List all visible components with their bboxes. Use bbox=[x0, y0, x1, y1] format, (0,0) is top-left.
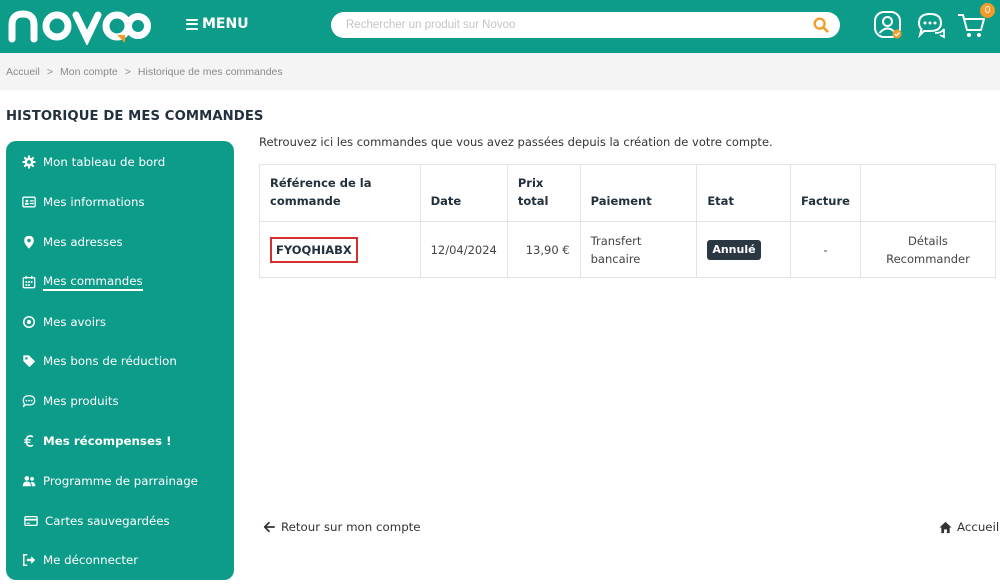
cell-invoice: - bbox=[790, 221, 861, 278]
details-link[interactable]: Détails bbox=[871, 232, 985, 250]
users-icon bbox=[22, 474, 36, 488]
cell-payment: Transfert bancaire bbox=[579, 221, 698, 278]
order-reference[interactable]: FYOQHIABX bbox=[270, 236, 358, 263]
sidebar-item-vouchers[interactable]: Mes bons de réduction bbox=[22, 351, 177, 371]
sidebar-item-label: Me déconnecter bbox=[43, 553, 139, 567]
search-icon[interactable] bbox=[812, 16, 830, 34]
sidebar-item-label: Mes produits bbox=[43, 394, 119, 408]
cell-date: 12/04/2024 bbox=[419, 221, 508, 278]
search-input[interactable] bbox=[331, 12, 791, 38]
status-badge: Annulé bbox=[707, 239, 761, 260]
back-to-account-link[interactable]: Retour sur mon compte bbox=[263, 520, 421, 534]
intro-text: Retrouvez ici les commandes que vous ave… bbox=[259, 135, 773, 149]
credit-card-icon bbox=[24, 514, 38, 528]
home-icon bbox=[939, 521, 952, 533]
header-actions bbox=[859, 164, 997, 222]
arrow-left-icon bbox=[263, 521, 275, 533]
sidebar-item-label: Cartes sauvegardées bbox=[45, 514, 170, 528]
sidebar-item-label: Mes avoirs bbox=[43, 315, 107, 329]
home-link-label: Accueil bbox=[957, 520, 1000, 534]
table-header-row: Référence de la commande Date Prix total P… bbox=[259, 164, 997, 222]
reorder-link[interactable]: Recommander bbox=[871, 250, 985, 268]
site-header: novoo MENU bbox=[0, 0, 1000, 53]
table-row: FYOQHIABX 12/04/2024 13,90 € Transfert ba… bbox=[259, 221, 997, 278]
sidebar-item-label: Mes récompenses ! bbox=[43, 434, 172, 448]
sidebar-item-dashboard[interactable]: Mon tableau de bord bbox=[22, 152, 165, 172]
home-link[interactable]: Accueil bbox=[939, 520, 999, 534]
breadcrumb: Accueil > Mon compte > Historique de mes… bbox=[0, 53, 1000, 90]
location-pin-icon bbox=[22, 235, 36, 249]
search-bar bbox=[331, 12, 840, 38]
sidebar-item-label: Mes adresses bbox=[43, 235, 123, 249]
page-title: HISTORIQUE DE MES COMMANDES bbox=[6, 109, 264, 124]
sidebar-item-label: Programme de parrainage bbox=[43, 474, 198, 488]
sidebar-item-rewards[interactable]: Mes récompenses ! bbox=[22, 431, 171, 451]
chat-icon[interactable] bbox=[915, 9, 947, 41]
sidebar-item-saved-cards[interactable]: Cartes sauvegardées bbox=[22, 511, 170, 531]
sidebar-item-label: Mes informations bbox=[43, 195, 145, 209]
calendar-icon bbox=[22, 275, 36, 289]
header-date: Date bbox=[419, 164, 508, 222]
sidebar-item-addresses[interactable]: Mes adresses bbox=[22, 232, 123, 252]
hamburger-icon bbox=[186, 18, 198, 30]
novoo-logo[interactable]: novoo bbox=[6, 5, 151, 45]
header-invoice: Facture bbox=[790, 164, 861, 222]
sidebar-item-logout[interactable]: Me déconnecter bbox=[22, 550, 138, 570]
logout-icon bbox=[22, 553, 36, 567]
sidebar-item-label: Mes bons de réduction bbox=[43, 354, 177, 368]
breadcrumb-separator: > bbox=[124, 65, 131, 78]
target-icon bbox=[22, 315, 36, 329]
breadcrumb-account[interactable]: Mon compte bbox=[60, 66, 118, 78]
account-sidebar: Mon tableau de bord Mes informations Mes… bbox=[6, 141, 234, 580]
orders-table: Référence de la commande Date Prix total P… bbox=[259, 164, 997, 278]
breadcrumb-home[interactable]: Accueil bbox=[6, 66, 40, 78]
breadcrumb-current: Historique de mes commandes bbox=[137, 65, 283, 78]
cart-count-badge: 0 bbox=[980, 3, 995, 18]
account-icon[interactable] bbox=[872, 9, 904, 41]
header-total: Prix total bbox=[506, 164, 581, 222]
sidebar-item-credits[interactable]: Mes avoirs bbox=[22, 312, 106, 332]
euro-icon bbox=[22, 434, 36, 448]
id-card-icon bbox=[22, 195, 36, 209]
cell-state: Annulé bbox=[696, 221, 792, 278]
cell-actions: Détails Recommander bbox=[859, 221, 997, 278]
tag-icon bbox=[22, 354, 36, 368]
header-state: Etat bbox=[696, 164, 792, 222]
speech-bubble-icon bbox=[22, 394, 36, 408]
menu-button[interactable]: MENU bbox=[186, 16, 249, 32]
menu-label: MENU bbox=[202, 16, 249, 32]
sidebar-item-label: Mon tableau de bord bbox=[43, 155, 166, 169]
sidebar-item-orders[interactable]: Mes commandes bbox=[22, 272, 143, 292]
back-link-label: Retour sur mon compte bbox=[281, 520, 421, 534]
header-reference: Référence de la commande bbox=[259, 164, 421, 222]
sidebar-item-information[interactable]: Mes informations bbox=[22, 192, 145, 212]
sidebar-item-referral[interactable]: Programme de parrainage bbox=[22, 471, 198, 491]
header-payment: Paiement bbox=[579, 164, 698, 222]
sidebar-item-label: Mes commandes bbox=[43, 274, 143, 291]
cell-reference: FYOQHIABX bbox=[259, 221, 421, 278]
cell-total: 13,90 € bbox=[506, 221, 581, 278]
gear-icon bbox=[22, 155, 36, 169]
sidebar-item-products[interactable]: Mes produits bbox=[22, 391, 119, 411]
breadcrumb-separator: > bbox=[46, 65, 53, 78]
